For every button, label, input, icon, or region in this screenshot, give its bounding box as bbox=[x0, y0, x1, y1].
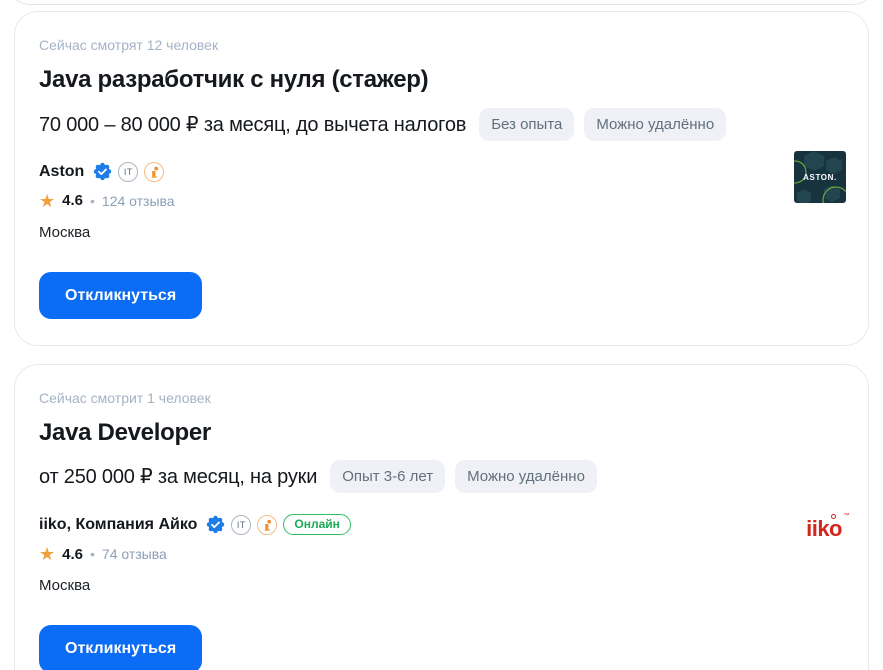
vacancy-title[interactable]: Java разработчик с нуля (стажер) bbox=[39, 66, 844, 94]
vacancy-card[interactable]: Сейчас смотрят 12 человек Java разработч… bbox=[14, 11, 869, 346]
company-name-link[interactable]: iiko, Компания Айко bbox=[39, 516, 197, 534]
aston-company-logo[interactable]: ASTON. bbox=[794, 151, 846, 203]
salary-row: от 250 000 ₽ за месяц, на руки Опыт 3-6 … bbox=[39, 460, 844, 493]
separator-dot: • bbox=[90, 546, 95, 562]
verified-badge-icon bbox=[93, 162, 112, 181]
it-label: IT bbox=[237, 520, 246, 530]
rating-value: 4.6 bbox=[62, 192, 83, 209]
star-icon: ★ bbox=[39, 192, 55, 210]
remote-tag: Можно удалённо bbox=[584, 108, 726, 141]
rating-row: ★ 4.6 • 74 отзыва bbox=[39, 545, 844, 563]
star-icon: ★ bbox=[39, 545, 55, 563]
apply-button[interactable]: Откликнуться bbox=[39, 625, 202, 670]
employer-rating-icon bbox=[257, 515, 277, 535]
company-row: iiko, Компания Айко IT bbox=[39, 514, 844, 535]
city: Москва bbox=[39, 224, 844, 241]
rating-row: ★ 4.6 • 124 отзыва bbox=[39, 192, 844, 210]
experience-tag: Без опыта bbox=[479, 108, 574, 141]
remote-tag: Можно удалённо bbox=[455, 460, 597, 493]
viewers-count: Сейчас смотрят 12 человек bbox=[39, 37, 844, 53]
previous-card-bottom-edge bbox=[8, 0, 875, 5]
viewers-count: Сейчас смотрит 1 человек bbox=[39, 390, 844, 406]
separator-dot: • bbox=[90, 193, 95, 209]
it-label: IT bbox=[124, 167, 133, 177]
employer-rating-icon bbox=[144, 162, 164, 182]
trademark-symbol: ™ bbox=[844, 513, 850, 519]
online-status-badge: Онлайн bbox=[283, 514, 351, 535]
iiko-ring-mark-icon bbox=[831, 514, 836, 519]
apply-button[interactable]: Откликнуться bbox=[39, 272, 202, 319]
iiko-logo-text: iiko bbox=[806, 516, 842, 541]
aston-logo-text: ASTON. bbox=[803, 173, 837, 182]
it-accreditation-icon: IT bbox=[118, 162, 138, 182]
iiko-company-logo[interactable]: iiko ™ bbox=[806, 518, 842, 540]
vacancy-card[interactable]: Сейчас смотрит 1 человек Java Developer … bbox=[14, 364, 869, 670]
vacancy-title[interactable]: Java Developer bbox=[39, 419, 844, 447]
rating-value: 4.6 bbox=[62, 546, 83, 563]
reviews-link[interactable]: 74 отзыва bbox=[102, 546, 167, 562]
city: Москва bbox=[39, 577, 844, 594]
company-row: Aston IT bbox=[39, 162, 844, 182]
salary-text: от 250 000 ₽ за месяц, на руки bbox=[39, 464, 317, 489]
experience-tag: Опыт 3-6 лет bbox=[330, 460, 445, 493]
company-name-link[interactable]: Aston bbox=[39, 163, 84, 181]
it-accreditation-icon: IT bbox=[231, 515, 251, 535]
verified-badge-icon bbox=[206, 515, 225, 534]
salary-text: 70 000 – 80 000 ₽ за месяц, до вычета на… bbox=[39, 112, 466, 137]
reviews-link[interactable]: 124 отзыва bbox=[102, 193, 175, 209]
salary-row: 70 000 – 80 000 ₽ за месяц, до вычета на… bbox=[39, 108, 844, 141]
